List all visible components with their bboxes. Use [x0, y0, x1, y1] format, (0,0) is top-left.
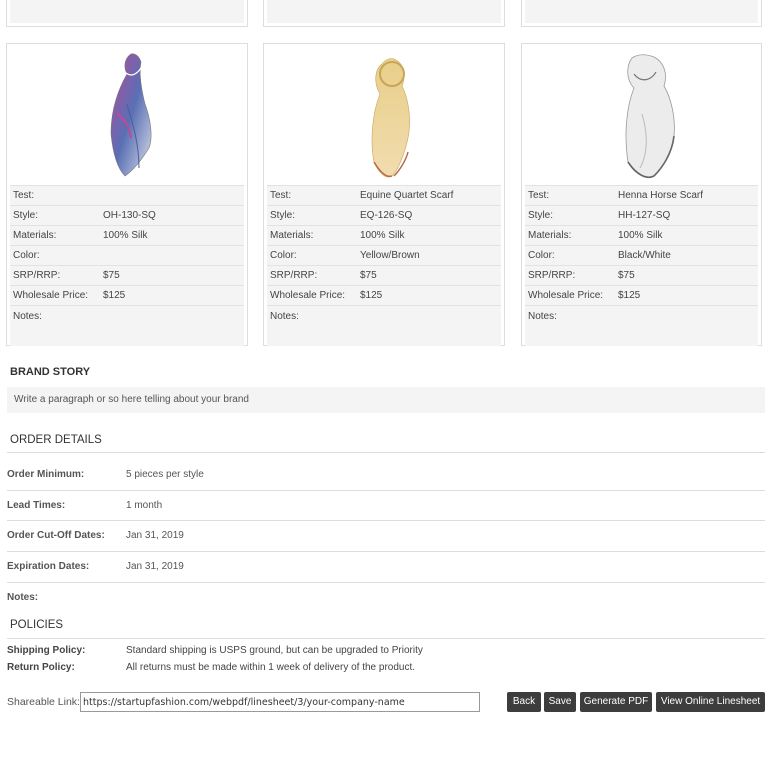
product-image[interactable]	[522, 44, 761, 185]
value: $125	[100, 285, 244, 306]
label: Wholesale Price:	[267, 285, 357, 306]
value: $125	[615, 285, 758, 306]
order-detail-label: Order Cut-Off Dates:	[7, 530, 105, 541]
value: $75	[615, 265, 758, 286]
order-detail-value: 1 month	[126, 500, 163, 511]
label: SRP/RRP:	[525, 265, 615, 286]
policy-row: Return Policy: All returns must be made …	[7, 660, 765, 676]
product-image[interactable]	[7, 44, 247, 185]
value: Yellow/Brown	[357, 245, 501, 266]
label: Materials:	[525, 225, 615, 246]
label: Wholesale Price:	[10, 285, 100, 306]
value: 100% Silk	[615, 225, 758, 246]
order-detail-row: Lead Times: 1 month	[7, 491, 765, 521]
value: Equine Quartet Scarf	[357, 185, 501, 206]
value	[100, 245, 244, 266]
label: Style:	[267, 205, 357, 226]
order-detail-label: Order Minimum:	[7, 469, 85, 480]
view-online-linesheet-button[interactable]: View Online Linesheet	[656, 692, 765, 712]
shareable-link-input[interactable]	[80, 692, 480, 712]
label: Color:	[525, 245, 615, 266]
label: SRP/RRP:	[267, 265, 357, 286]
product-card: Test: Equine Quartet Scarf Style: EQ-126-S…	[263, 43, 505, 346]
value: $75	[357, 265, 501, 286]
scarf-image	[110, 53, 152, 177]
divider	[7, 452, 765, 453]
value: 100% Silk	[357, 225, 501, 246]
order-detail-row: Order Cut-Off Dates: Jan 31, 2019	[7, 521, 765, 551]
label: Notes:	[267, 305, 357, 346]
label: Color:	[267, 245, 357, 266]
value: HH-127-SQ	[615, 205, 758, 226]
value: EQ-126-SQ	[357, 205, 501, 226]
scarf-image	[625, 54, 675, 178]
value: $75	[100, 265, 244, 286]
product-image[interactable]	[264, 44, 504, 185]
label: Notes:	[10, 305, 100, 346]
value: 100% Silk	[100, 225, 244, 246]
order-detail-value: 5 pieces per style	[126, 469, 204, 480]
order-detail-row: Notes:	[7, 583, 765, 613]
divider	[7, 638, 765, 639]
label: Materials:	[10, 225, 100, 246]
policy-label: Return Policy:	[7, 662, 75, 673]
label: Test:	[267, 185, 357, 206]
value	[100, 185, 244, 206]
label: Color:	[10, 245, 100, 266]
shareable-link-label: Shareable Link:	[7, 696, 80, 708]
value: OH-130-SQ	[100, 205, 244, 226]
value	[357, 305, 501, 346]
policy-label: Shipping Policy:	[7, 645, 86, 656]
label: Test:	[10, 185, 100, 206]
scarf-image	[371, 58, 410, 178]
order-detail-row: Order Minimum: 5 pieces per style	[7, 460, 765, 490]
value	[100, 305, 244, 346]
generate-pdf-button[interactable]: Generate PDF	[580, 692, 652, 712]
value: $125	[357, 285, 501, 306]
order-details-title: ORDER DETAILS	[10, 434, 102, 446]
product-card: Test: Style: OH-130-SQ Materials: 100% Sil…	[6, 43, 248, 346]
policy-value: All returns must be made within 1 week o…	[126, 662, 416, 673]
policies-title: POLICIES	[10, 619, 64, 631]
order-detail-row: Expiration Dates: Jan 31, 2019	[7, 552, 765, 582]
product-card: Test: Henna Horse Scarf Style: HH-127-SQ M…	[521, 43, 762, 346]
back-button[interactable]: Back	[507, 692, 541, 712]
label: Notes:	[525, 305, 615, 346]
value	[615, 305, 758, 346]
label: Materials:	[267, 225, 357, 246]
label: Style:	[525, 205, 615, 226]
brand-story-text: Write a paragraph or so here telling abo…	[7, 387, 765, 413]
order-detail-label: Lead Times:	[7, 500, 66, 511]
save-button[interactable]: Save	[544, 692, 576, 712]
value: Black/White	[615, 245, 758, 266]
policy-row: Shipping Policy: Standard shipping is US…	[7, 643, 765, 659]
value: Henna Horse Scarf	[615, 185, 758, 206]
label: Wholesale Price:	[525, 285, 615, 306]
order-detail-label: Expiration Dates:	[7, 561, 90, 572]
product-card-top-2	[263, 0, 505, 27]
order-detail-value: Jan 31, 2019	[126, 561, 184, 572]
label: SRP/RRP:	[10, 265, 100, 286]
order-detail-label: Notes:	[7, 592, 39, 603]
product-card-top-1	[6, 0, 248, 27]
product-card-top-3	[521, 0, 762, 27]
label: Style:	[10, 205, 100, 226]
brand-story-title: BRAND STORY	[10, 366, 91, 378]
policy-value: Standard shipping is USPS ground, but ca…	[126, 645, 423, 656]
label: Test:	[525, 185, 615, 206]
order-detail-value: Jan 31, 2019	[126, 530, 184, 541]
